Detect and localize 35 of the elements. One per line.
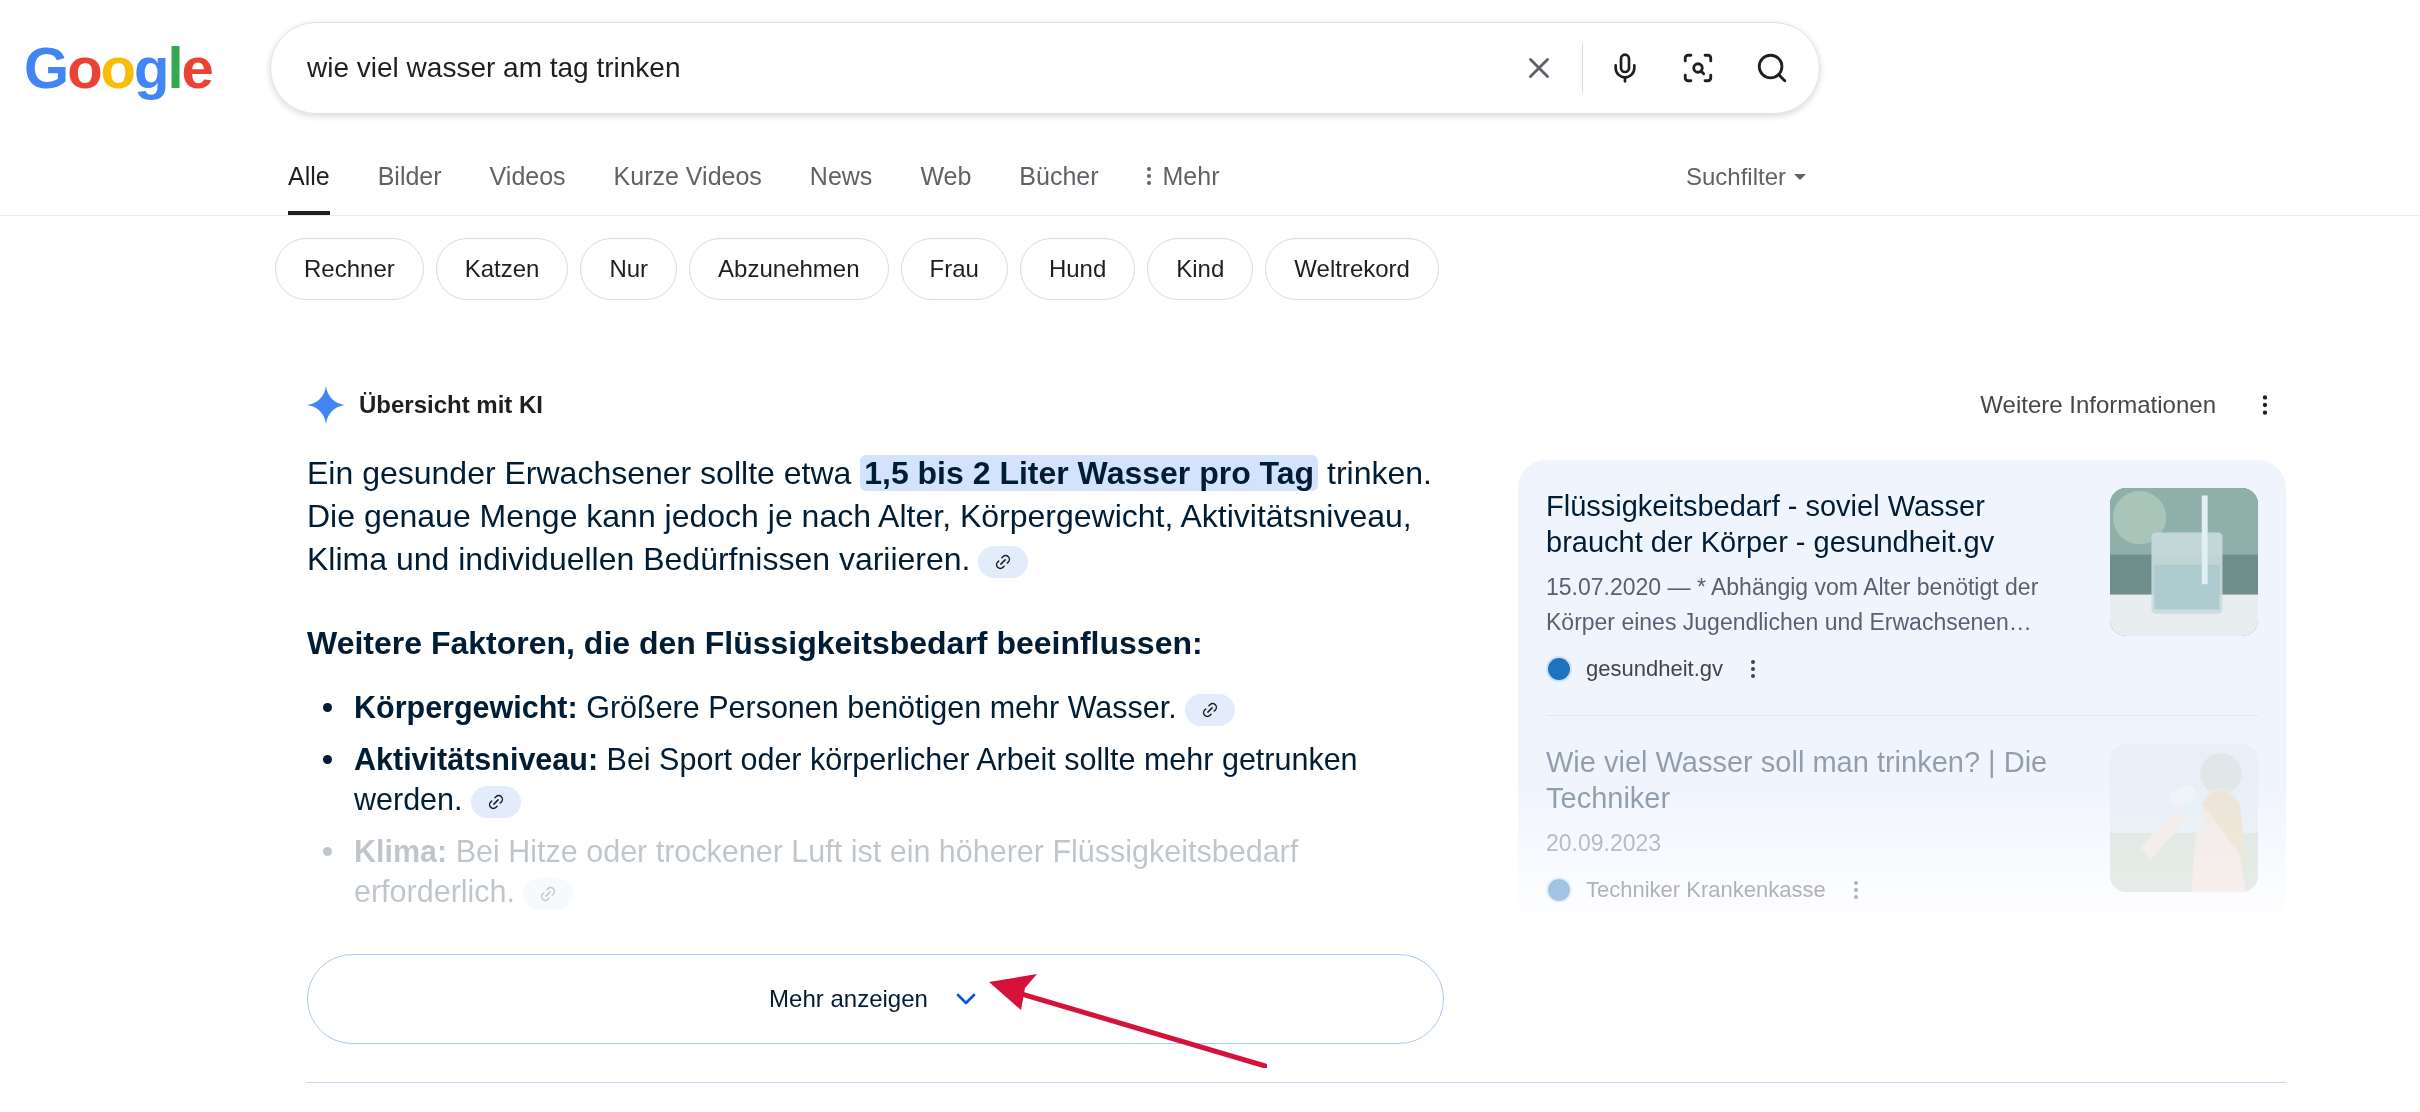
link-icon[interactable] [1184,693,1235,726]
link-icon[interactable] [978,545,1029,578]
source-site[interactable]: gesundheit.gv [1586,652,1723,685]
bullet-icon [323,847,332,856]
site-favicon [1546,876,1572,903]
more-info-link[interactable]: Weitere Informationen [1980,387,2216,423]
tab[interactable]: Bilder [377,157,442,215]
camera-icon[interactable] [1681,51,1715,85]
bullet-text: Körpergewicht: Größere Personen benötigen mehr Wasser. [354,687,1235,727]
tab[interactable]: Bücher [1019,157,1099,215]
tab[interactable]: Kurze Videos [613,157,762,215]
section-heading: Weitere Faktoren, die den Flüssigkeitsbedarf beeinflussen: [307,624,1204,663]
bullet-icon [323,703,332,712]
bullet-text: Klima: Bei Hitze oder trockener Luft ist ein höherer Flüssigkeitsbedarf erforderlich. [354,833,1300,911]
summary-paragraph: Ein gesunder Erwachsener sollte etwa 1,5 bis 2 Liter Wasser pro Tag trinken. Die genaue Menge kann jedoch je nach Alter, Körpergewicht, Aktivitätsniveau, Klima und individuellen Bedürfnissen variieren. [307,454,1433,580]
source-title[interactable]: Flüssigkeitsbedarf - soviel Wasser braucht der Körper - gesundheit.gv [1546,488,2086,560]
show-more-button[interactable]: Mehr anzeigen [307,954,1444,1044]
bullet-text: Aktivitätsniveau: Bei Sport oder körperlicher Arbeit sollte mehr getrunken werden. [354,741,1359,819]
tab[interactable]: Mehr [1146,157,1220,215]
filter-button[interactable]: Suchfilter [1685,159,1806,215]
more-icon [1146,167,1151,186]
bullet-icon [323,755,332,764]
sparkle-icon [307,386,345,424]
section-title: Übersicht mit KI [359,390,545,420]
site-favicon [1546,655,1572,682]
tab[interactable]: Web [920,157,972,215]
link-icon[interactable] [470,785,521,818]
search-icon[interactable] [1755,51,1789,85]
tab[interactable]: Alle [288,157,330,215]
dropdown-icon [1794,174,1806,180]
source-snippet: 15.07.2020 — * Abhängig vom Alter benötigt der Körper eines Jugendlichen und Erwachsenen… [1546,573,2040,637]
search-query: wie viel wasser am tag trinken [307,51,682,85]
tab[interactable]: Videos [489,157,566,215]
tab[interactable]: News [809,157,873,215]
source-snippet: 20.09.2023 [1546,829,1663,858]
